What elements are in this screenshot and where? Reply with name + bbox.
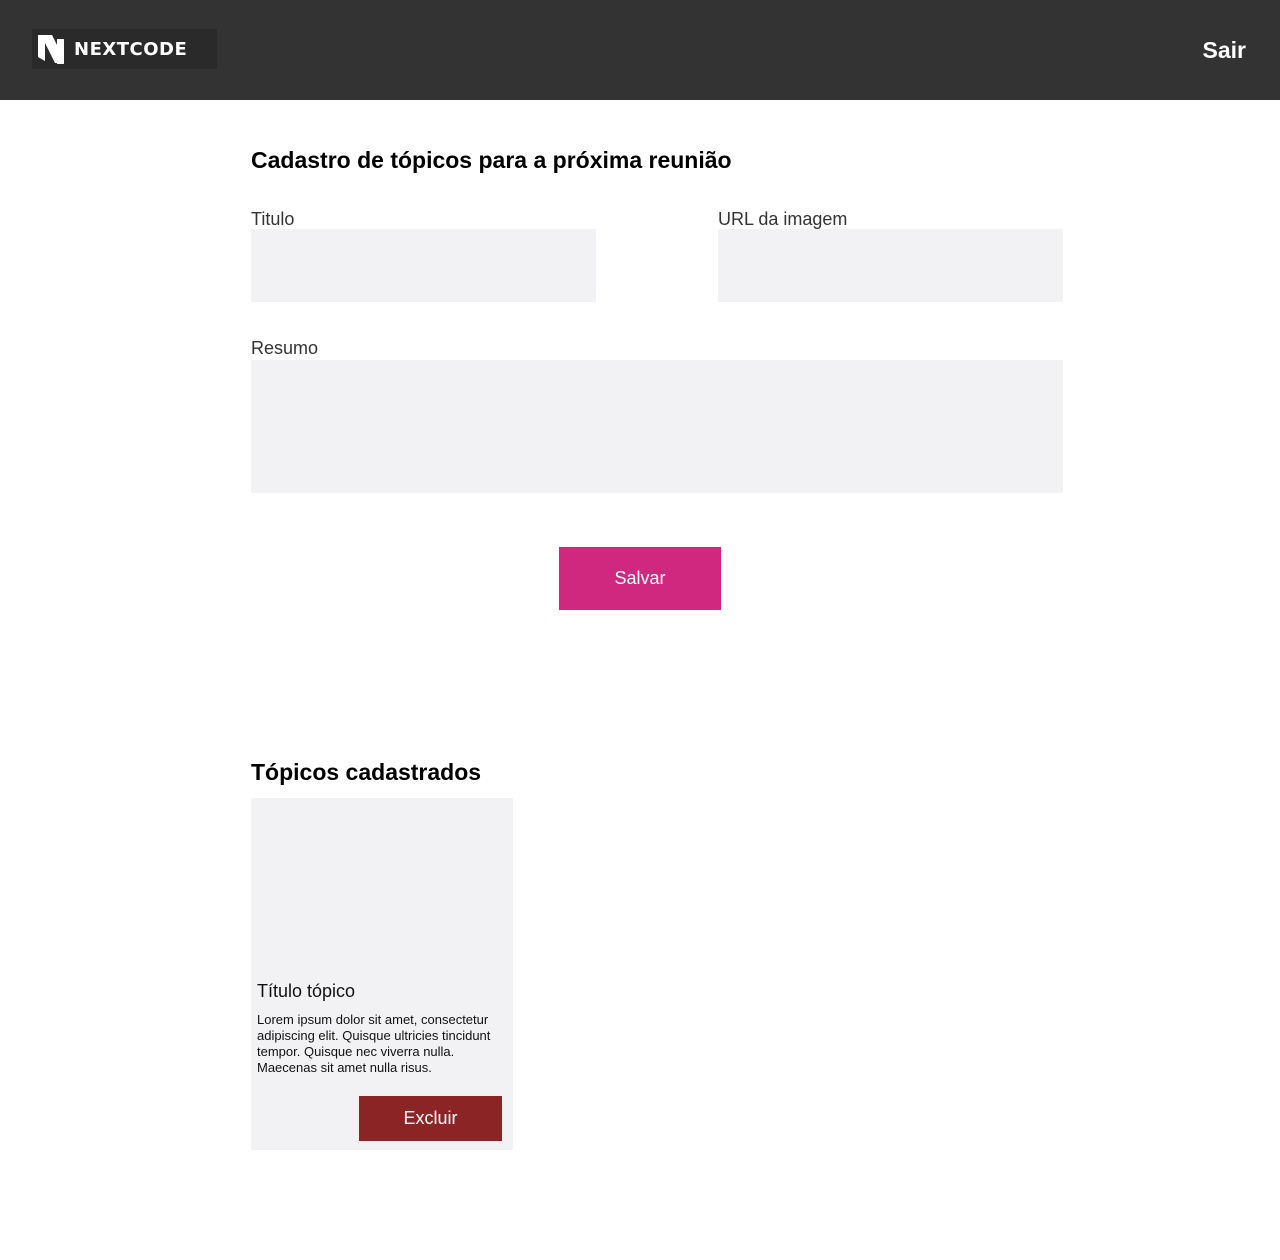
title-input[interactable] bbox=[251, 229, 596, 302]
top-bar: NEXTCODE Sair bbox=[0, 0, 1280, 100]
topic-summary: Lorem ipsum dolor sit amet, consectetur … bbox=[257, 1012, 491, 1075]
delete-topic-button[interactable]: Excluir bbox=[359, 1096, 502, 1141]
nextcode-logo-icon bbox=[38, 35, 64, 64]
topic-title: Título tópico bbox=[257, 981, 356, 1001]
summary-field-label: Resumo bbox=[251, 338, 319, 358]
topic-card: Título tópico Lorem ipsum dolor sit amet… bbox=[251, 798, 513, 1150]
topic-image-placeholder bbox=[251, 798, 513, 976]
form-title: Cadastro de tópicos para a próxima reuni… bbox=[251, 147, 732, 173]
brand-name: NEXTCODE bbox=[74, 38, 188, 60]
topics-list-title: Tópicos cadastrados bbox=[251, 759, 482, 785]
image-url-input[interactable] bbox=[718, 229, 1063, 302]
title-field-label: Titulo bbox=[251, 209, 295, 229]
summary-textarea[interactable] bbox=[251, 360, 1063, 493]
image-url-field-label: URL da imagem bbox=[718, 209, 848, 229]
logout-link[interactable]: Sair bbox=[1203, 36, 1246, 64]
brand-logo[interactable]: NEXTCODE bbox=[32, 29, 217, 69]
save-button[interactable]: Salvar bbox=[559, 547, 721, 610]
